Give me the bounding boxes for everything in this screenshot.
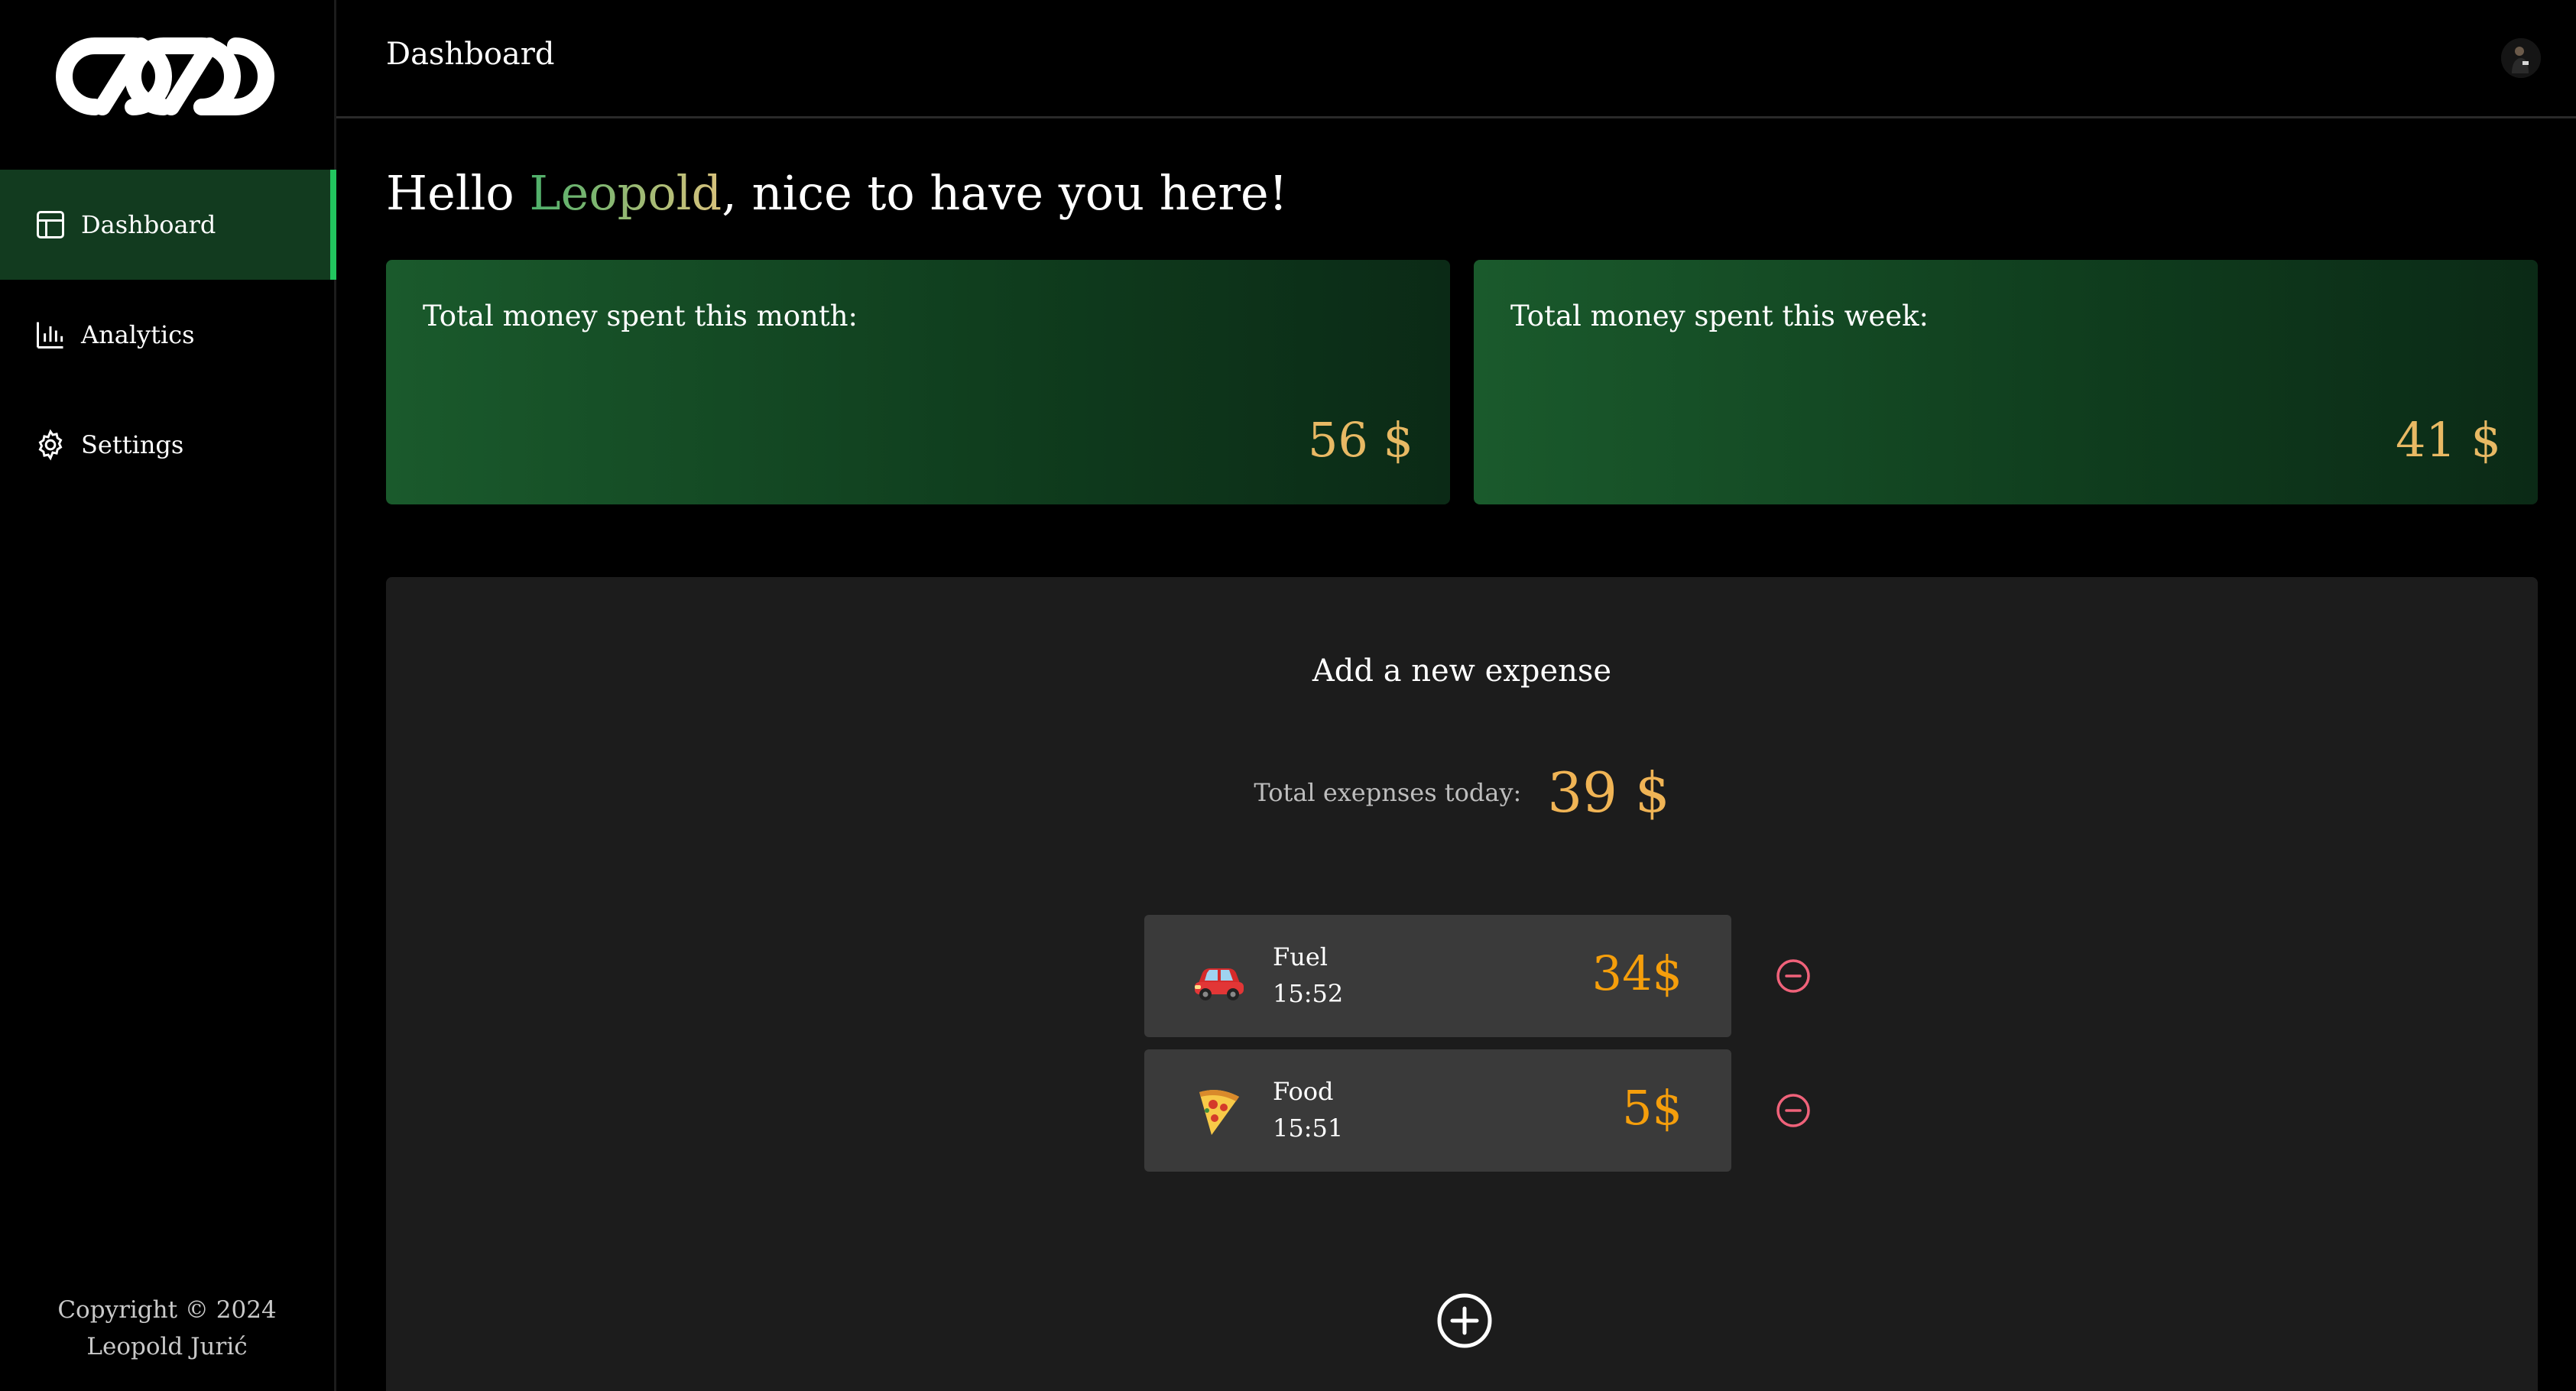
greeting-suffix: , nice to have you here!: [722, 165, 1288, 221]
expense-amount: 34$: [1591, 945, 1682, 1001]
bar-chart-icon: [34, 318, 67, 352]
copyright-year: Copyright © 2024: [57, 1296, 277, 1324]
sidebar-item-label: Analytics: [81, 320, 195, 349]
avatar[interactable]: [2501, 38, 2541, 78]
pizza-icon: [1189, 1081, 1250, 1143]
panel-title: Add a new expense: [1312, 653, 1612, 689]
sidebar-item-analytics[interactable]: Analytics: [0, 280, 336, 390]
expense-amount: 5$: [1622, 1080, 1682, 1136]
expense-panel: Add a new expense Total exepnses today: …: [386, 577, 2538, 1391]
today-total-label: Total exepnses today:: [1254, 778, 1522, 807]
sidebar-item-label: Dashboard: [81, 210, 216, 239]
stat-label: Total money spent this month:: [423, 300, 858, 332]
sidebar-item-dashboard[interactable]: Dashboard: [0, 170, 336, 280]
remove-expense-button[interactable]: [1773, 1091, 1813, 1130]
page-title: Dashboard: [386, 37, 555, 72]
expense-time: 15:52: [1273, 979, 1344, 1008]
layout-icon: [34, 208, 67, 242]
gear-icon: [34, 428, 67, 462]
minus-circle-icon: [1776, 959, 1810, 993]
copyright-author: Leopold Jurić: [86, 1333, 248, 1360]
greeting-user-name: Leopold: [529, 165, 722, 221]
expense-card[interactable]: Food 15:51 5$: [1144, 1049, 1731, 1172]
stat-label: Total money spent this week:: [1510, 300, 1929, 332]
expense-name: Fuel: [1273, 942, 1328, 971]
list-item: Food 15:51 5$: [1144, 1049, 1813, 1172]
copyright: Copyright © 2024 Leopold Jurić: [0, 1292, 334, 1365]
stat-value: 41 $: [2395, 412, 2501, 468]
greeting: Hello Leopold, nice to have you here!: [386, 165, 1288, 221]
list-item: Fuel 15:52 34$: [1144, 915, 1813, 1037]
app-logo[interactable]: [49, 31, 281, 122]
topbar: Dashboard: [336, 0, 2576, 118]
expense-time: 15:51: [1273, 1114, 1344, 1143]
stat-value: 56 $: [1307, 412, 1413, 468]
add-expense-button[interactable]: [1436, 1292, 1494, 1350]
sidebar-nav: Dashboard Analytics Settings: [0, 170, 336, 500]
sidebar-item-label: Settings: [81, 430, 184, 459]
sidebar: Dashboard Analytics Settings Copyright ©…: [0, 0, 336, 1391]
car-icon: [1189, 947, 1250, 1008]
expense-name: Food: [1273, 1077, 1334, 1106]
stat-card-month: Total money spent this month: 56 $: [386, 260, 1450, 504]
minus-circle-icon: [1776, 1094, 1810, 1127]
remove-expense-button[interactable]: [1773, 956, 1813, 996]
expense-card[interactable]: Fuel 15:52 34$: [1144, 915, 1731, 1037]
today-total: Total exepnses today: 39 $: [386, 760, 2538, 825]
plus-circle-icon: [1437, 1293, 1492, 1348]
expense-list: Fuel 15:52 34$ Food 15:51 5$: [1144, 915, 1813, 1184]
today-total-value: 39 $: [1547, 760, 1670, 825]
stat-card-week: Total money spent this week: 41 $: [1474, 260, 2538, 504]
sidebar-item-settings[interactable]: Settings: [0, 390, 336, 500]
greeting-prefix: Hello: [386, 165, 530, 221]
app-root: Dashboard Analytics Settings Copyright ©…: [0, 0, 2576, 1391]
